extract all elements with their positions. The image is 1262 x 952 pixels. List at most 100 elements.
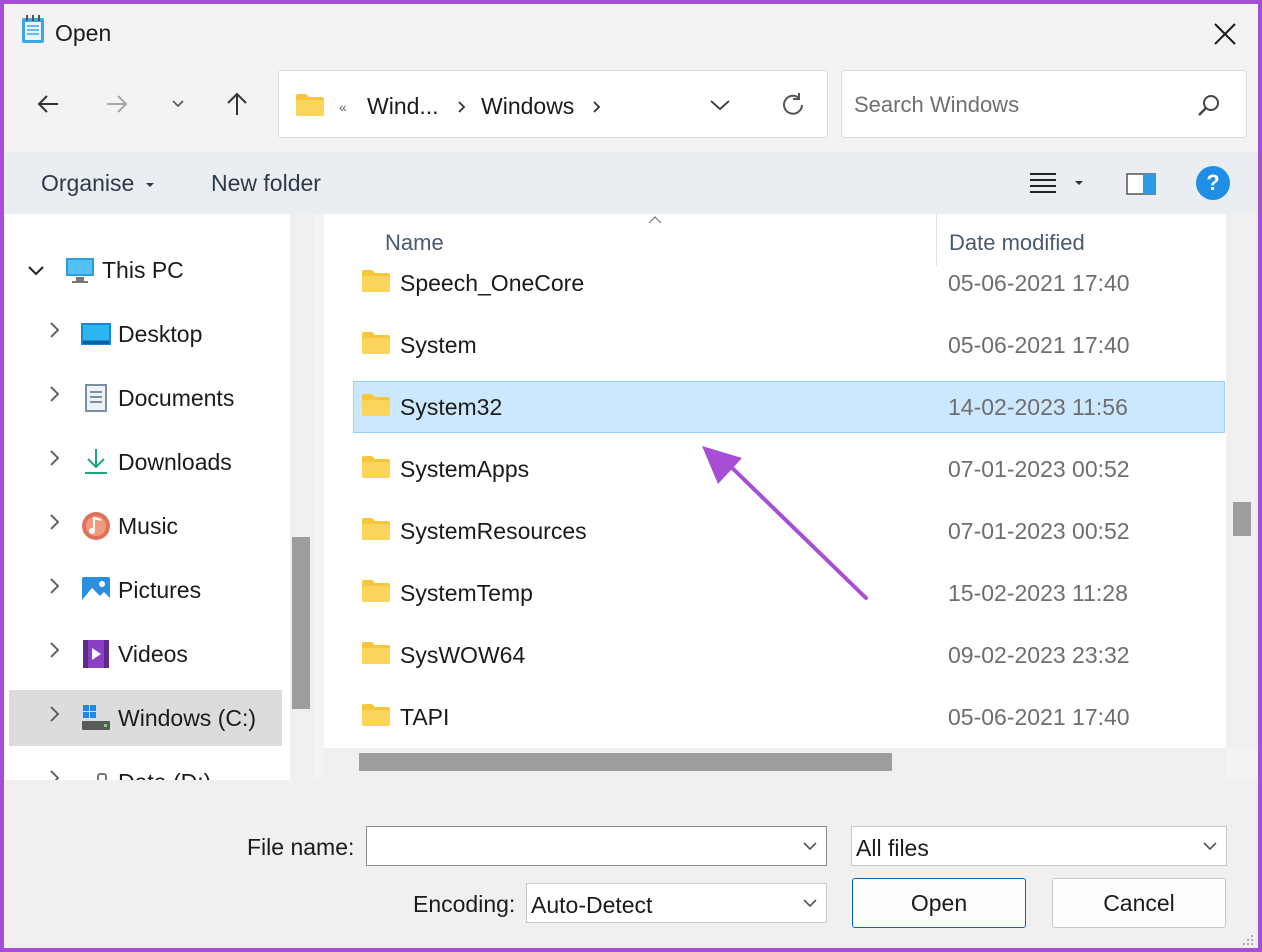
organise-label: Organise	[41, 170, 135, 196]
chevron-down-icon	[803, 899, 817, 908]
preview-pane-icon[interactable]	[1126, 172, 1156, 196]
search-icon[interactable]	[1196, 93, 1222, 119]
file-name: SystemTemp	[400, 580, 533, 606]
navigation-pane: This PC Desktop Documents Downloads Musi…	[4, 214, 290, 780]
command-bar: Organise New folder ?	[4, 152, 1258, 214]
breadcrumb-segment-2[interactable]: Windows	[481, 93, 574, 120]
column-header-name[interactable]: Name	[385, 230, 444, 256]
file-date: 14-02-2023 11:56	[948, 394, 1128, 420]
sidebar-item-label: Pictures	[118, 576, 202, 603]
arrow-left-icon	[37, 95, 58, 113]
chevron-down-icon[interactable]	[802, 839, 818, 853]
annotation-arrow	[702, 446, 868, 600]
sidebar-item-label: Documents	[118, 384, 235, 411]
window-title: Open	[55, 20, 112, 46]
download-icon	[85, 449, 107, 474]
folder-icon	[362, 642, 390, 664]
sidebar-item-this-pc[interactable]: This PC	[64, 246, 184, 294]
cancel-button[interactable]: Cancel	[1052, 878, 1226, 928]
sidebar-item-desktop[interactable]: Desktop	[80, 310, 202, 358]
forward-button[interactable]	[97, 84, 137, 124]
column-header-date[interactable]: Date modified	[949, 230, 1085, 256]
resize-grip-icon[interactable]	[1240, 932, 1254, 946]
file-date: 05-06-2021 17:40	[948, 270, 1130, 296]
horizontal-scroll-thumb[interactable]	[359, 753, 892, 771]
documents-icon	[85, 384, 107, 412]
vertical-scroll-thumb[interactable]	[1233, 502, 1251, 536]
sidebar-item-label: Music	[118, 512, 179, 539]
file-type-value: All files	[856, 835, 929, 861]
chevron-right-icon[interactable]	[44, 448, 64, 468]
chevron-right-icon[interactable]	[44, 640, 64, 660]
chevron-down-icon[interactable]	[709, 97, 731, 113]
view-options-button[interactable]	[1028, 170, 1058, 201]
sidebar-item-pictures[interactable]: Pictures	[80, 566, 201, 614]
chevron-right-icon[interactable]	[44, 320, 64, 340]
breadcrumb-overflow[interactable]: «	[339, 99, 347, 115]
chevron-down-icon	[1203, 842, 1217, 851]
recent-locations-button[interactable]	[158, 84, 198, 124]
chevron-down-icon[interactable]	[26, 260, 46, 280]
refresh-icon[interactable]	[779, 91, 807, 119]
sidebar-item-label: Data (D:)	[118, 769, 211, 781]
folder-icon	[362, 270, 390, 292]
chevron-down-icon	[172, 100, 184, 108]
encoding-value: Auto-Detect	[531, 892, 653, 918]
sidebar-item-windows-c[interactable]: Windows (C:)	[80, 694, 256, 742]
chevron-right-icon[interactable]	[456, 99, 468, 115]
new-folder-button[interactable]: New folder	[211, 170, 321, 197]
dialog-footer: File name: All files Encoding: Auto-Dete…	[4, 780, 1258, 948]
back-button[interactable]	[28, 84, 68, 124]
file-row-selected[interactable]: System32 14-02-2023 11:56	[353, 381, 1225, 433]
chevron-right-icon[interactable]	[44, 704, 64, 724]
chevron-right-icon[interactable]	[591, 99, 603, 115]
file-row[interactable]: TAPI 05-06-2021 17:40	[353, 691, 1225, 743]
organise-menu[interactable]: Organise	[41, 170, 155, 197]
sidebar-item-documents[interactable]: Documents	[80, 374, 234, 422]
address-bar[interactable]: « Wind... Windows	[278, 70, 828, 138]
open-button[interactable]: Open	[852, 878, 1026, 928]
sort-ascending-icon	[648, 216, 662, 224]
notepad-icon	[22, 15, 44, 43]
pictures-icon	[82, 577, 110, 603]
chevron-right-icon[interactable]	[44, 576, 64, 596]
file-name-combo[interactable]	[366, 826, 827, 866]
breadcrumb-segment-1[interactable]: Wind...	[367, 93, 439, 120]
folder-icon	[362, 704, 390, 726]
search-box	[841, 70, 1247, 138]
sidebar-item-label: Videos	[118, 640, 188, 667]
sidebar-item-downloads[interactable]: Downloads	[80, 438, 232, 486]
file-row[interactable]: SysWOW64 09-02-2023 23:32	[353, 629, 1225, 681]
file-row[interactable]: Speech_OneCore 05-06-2021 17:40	[353, 257, 1225, 309]
sidebar-item-videos[interactable]: Videos	[80, 630, 188, 678]
search-input[interactable]	[852, 89, 1186, 121]
file-row[interactable]: System 05-06-2021 17:40	[353, 319, 1225, 371]
help-icon[interactable]: ?	[1196, 166, 1230, 200]
file-date: 05-06-2021 17:40	[948, 332, 1130, 358]
folder-icon	[362, 580, 390, 602]
up-button[interactable]	[217, 84, 257, 124]
close-button[interactable]	[1202, 14, 1248, 54]
encoding-select[interactable]: Auto-Detect	[526, 883, 827, 923]
sidebar-item-label: Windows (C:)	[118, 704, 257, 731]
sidebar-item-label: Desktop	[118, 320, 203, 347]
sidebar-item-music[interactable]: Music	[80, 502, 178, 550]
file-name: SystemResources	[400, 518, 587, 544]
chevron-right-icon[interactable]	[44, 512, 64, 532]
file-list-vertical-scrollbar[interactable]	[1226, 214, 1258, 748]
computer-icon	[66, 258, 94, 283]
drive-icon	[97, 773, 107, 780]
folder-icon	[362, 518, 390, 540]
sidebar-item-data-d[interactable]: Data (D:)	[80, 758, 211, 780]
chevron-right-icon[interactable]	[44, 768, 64, 780]
sidebar-item-label: Downloads	[118, 448, 232, 475]
caret-down-icon[interactable]	[1074, 179, 1084, 187]
close-icon	[1214, 23, 1236, 45]
chevron-right-icon[interactable]	[44, 384, 64, 404]
file-date: 15-02-2023 11:28	[948, 580, 1128, 606]
title-bar: Open	[4, 4, 1258, 60]
folder-icon	[362, 332, 390, 354]
sidebar-scroll-thumb[interactable]	[292, 537, 310, 709]
file-type-select[interactable]: All files	[851, 826, 1227, 866]
details-view-icon	[1030, 173, 1056, 193]
